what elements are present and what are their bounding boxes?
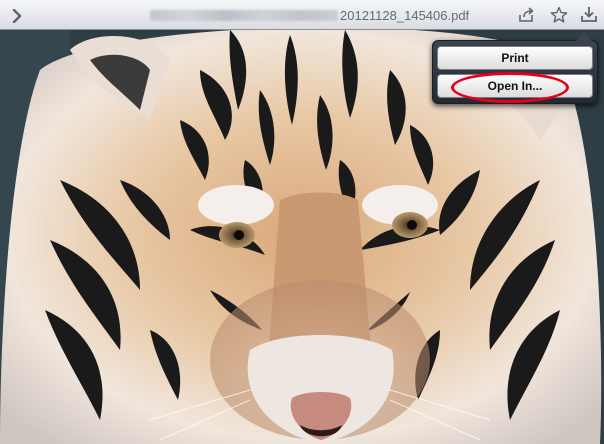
save-button[interactable]	[577, 3, 601, 27]
star-icon	[550, 6, 568, 23]
top-toolbar: 20121128_145406.pdf	[0, 0, 604, 30]
highlight-circle-annotation	[451, 72, 569, 103]
download-tray-icon	[581, 7, 597, 22]
document-title-area: 20121128_145406.pdf	[150, 0, 480, 30]
bookmark-button[interactable]	[547, 3, 571, 27]
redacted-filename-part	[150, 9, 338, 21]
back-button[interactable]	[4, 2, 32, 28]
document-title: 20121128_145406.pdf	[340, 7, 470, 23]
print-button[interactable]: Print	[437, 46, 593, 70]
popover-arrow	[576, 32, 592, 41]
share-button[interactable]	[515, 3, 539, 27]
share-icon	[519, 7, 534, 22]
chevron-right-icon	[12, 9, 22, 23]
